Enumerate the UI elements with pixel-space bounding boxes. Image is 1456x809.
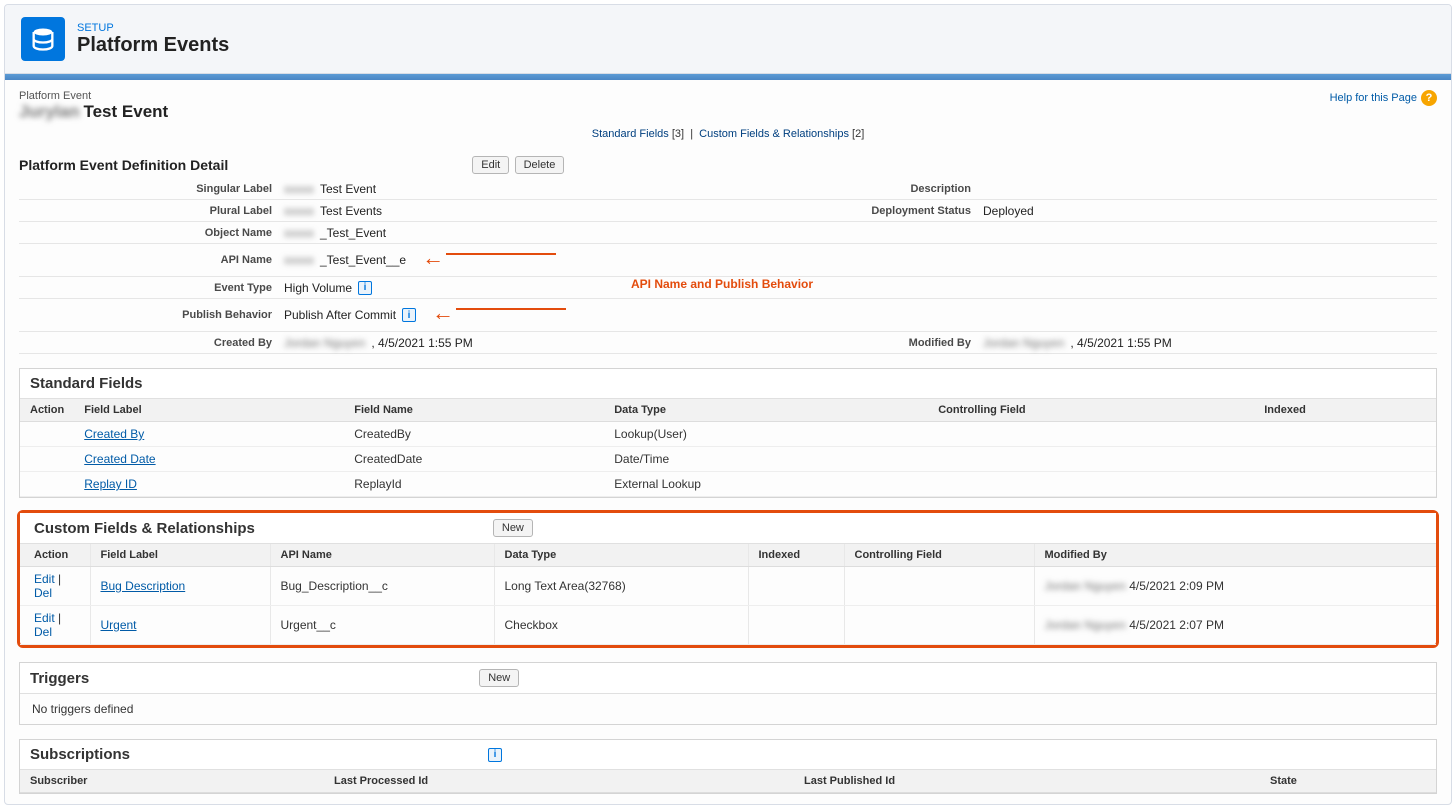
custom-fields-section: Custom Fields & Relationships New Action… (20, 513, 1436, 645)
record-title: Jurylan Test Event (19, 102, 168, 122)
table-row: Created DateCreatedDateDate/Time (20, 447, 1436, 472)
custom-fields-title: Custom Fields & Relationships (34, 520, 255, 537)
record-type-label: Platform Event (19, 90, 168, 102)
anchor-links: Standard Fields [3] | Custom Fields & Re… (19, 128, 1437, 140)
field-link[interactable]: Replay ID (84, 477, 137, 491)
header-title: Platform Events (77, 34, 229, 57)
edit-button[interactable]: Edit (472, 156, 509, 174)
subscriptions-title: Subscriptions (30, 746, 130, 763)
anchor-standard-fields[interactable]: Standard Fields (592, 128, 669, 140)
table-row: Replay IDReplayIdExternal Lookup (20, 472, 1436, 497)
help-link[interactable]: Help for this Page ? (1330, 90, 1437, 106)
help-icon: ? (1421, 90, 1437, 106)
detail-heading: Platform Event Definition Detail (19, 157, 228, 173)
info-icon[interactable]: i (488, 748, 502, 762)
new-trigger-button[interactable]: New (479, 669, 519, 687)
standard-fields-table: Action Field Label Field Name Data Type … (20, 399, 1436, 497)
info-icon[interactable]: i (358, 281, 372, 295)
custom-fields-highlight: Custom Fields & Relationships New Action… (17, 510, 1439, 648)
info-icon[interactable]: i (402, 308, 416, 322)
annotation-text: API Name and Publish Behavior (631, 277, 813, 291)
del-link[interactable]: Del (34, 586, 52, 600)
triggers-section: Triggers New No triggers defined (19, 662, 1437, 725)
field-link[interactable]: Bug Description (101, 579, 186, 593)
subscriptions-section: Subscriptions i Subscriber Last Processe… (19, 739, 1437, 794)
table-row: Created ByCreatedByLookup(User) (20, 422, 1436, 447)
detail-table: Singular LabelxxxxxTest Event Descriptio… (19, 178, 1437, 354)
new-field-button[interactable]: New (493, 519, 533, 537)
arrow-annotation-icon (432, 300, 454, 326)
anchor-custom-fields[interactable]: Custom Fields & Relationships (699, 128, 849, 140)
field-link[interactable]: Created Date (84, 452, 155, 466)
standard-fields-section: Standard Fields Action Field Label Field… (19, 368, 1437, 498)
edit-link[interactable]: Edit (34, 611, 55, 625)
table-row: Edit | Del Urgent Urgent__c Checkbox Jor… (20, 606, 1436, 645)
field-link[interactable]: Created By (84, 427, 144, 441)
table-row: Edit | Del Bug Description Bug_Descripti… (20, 567, 1436, 606)
custom-fields-table: Action Field Label API Name Data Type In… (20, 544, 1436, 645)
delete-button[interactable]: Delete (515, 156, 565, 174)
header-eyebrow: SETUP (77, 22, 229, 34)
platform-events-icon (21, 17, 65, 61)
setup-header: SETUP Platform Events (5, 5, 1451, 74)
edit-link[interactable]: Edit (34, 572, 55, 586)
arrow-annotation-icon (422, 245, 444, 271)
triggers-title: Triggers (30, 670, 89, 687)
del-link[interactable]: Del (34, 625, 52, 639)
standard-fields-title: Standard Fields (30, 375, 143, 392)
field-link[interactable]: Urgent (101, 618, 137, 632)
triggers-empty: No triggers defined (20, 694, 1436, 724)
subscriptions-table: Subscriber Last Processed Id Last Publis… (20, 770, 1436, 793)
